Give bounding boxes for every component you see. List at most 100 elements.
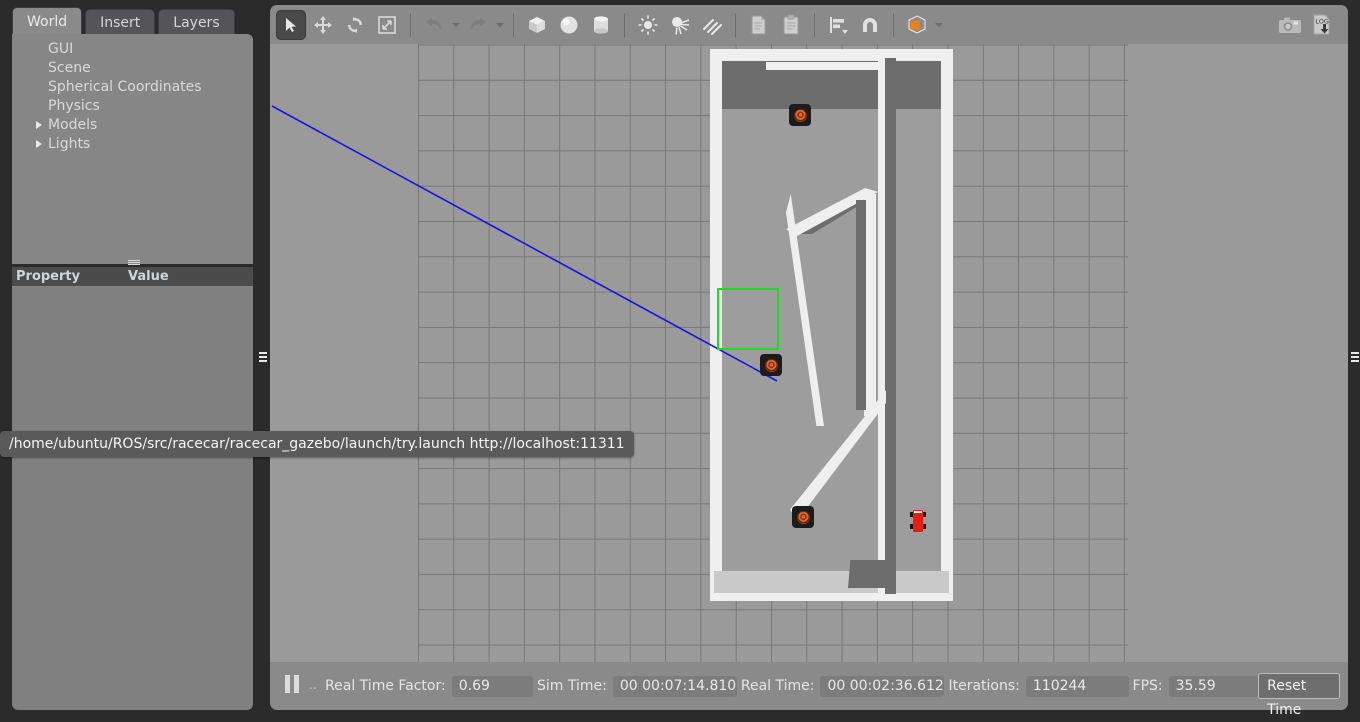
construction-cone[interactable] <box>789 104 811 126</box>
insert-box-button[interactable] <box>522 10 552 40</box>
screenshot-button[interactable] <box>1275 10 1305 40</box>
scale-mode-button[interactable] <box>372 10 402 40</box>
insert-spot-light-button[interactable] <box>665 10 695 40</box>
sim-time-value: 00 00:07:14.810 <box>612 675 737 697</box>
iterations-value: 110244 <box>1025 675 1129 697</box>
toolbar-divider <box>410 12 411 37</box>
scale-diagonal-icon <box>377 15 397 35</box>
real-time-label: Real Time: <box>740 678 815 694</box>
undo-button[interactable] <box>419 10 449 40</box>
iterations-label: Iterations: <box>948 678 1020 694</box>
column-header-property: Property <box>16 269 81 284</box>
real-time-value: 00 00:02:36.612 <box>820 675 945 697</box>
expand-arrow-icon[interactable] <box>36 121 42 129</box>
construction-cone[interactable] <box>760 354 782 376</box>
tree-item-label: Models <box>48 117 98 133</box>
rotate-arrows-icon <box>345 15 365 35</box>
status-bar: .. Real Time Factor: 0.69 Sim Time: 00 0… <box>270 662 1348 718</box>
select-mode-button[interactable] <box>276 9 306 40</box>
tree-item-label: Physics <box>48 98 100 114</box>
chevron-down-icon <box>452 22 460 27</box>
launch-file-tooltip: /home/ubuntu/ROS/src/racecar/racecar_gaz… <box>0 431 634 457</box>
laser-ray <box>271 105 778 382</box>
left-panel-tabbar: World Insert Layers <box>12 7 238 36</box>
tree-item-label: Spherical Coordinates <box>48 79 202 95</box>
point-light-icon <box>637 14 659 36</box>
step-dots-icon: .. <box>308 678 317 693</box>
orange-cube-icon <box>905 13 929 37</box>
world-tree: GUI Scene Spherical Coordinates Physics … <box>12 34 253 154</box>
construction-cone[interactable] <box>792 506 814 528</box>
tree-item-scene[interactable]: Scene <box>12 59 253 78</box>
camera-icon <box>1278 15 1302 35</box>
paste-icon <box>781 14 801 36</box>
tab-world[interactable]: World <box>12 7 83 36</box>
undo-history-caret[interactable] <box>450 10 462 40</box>
cylinder-icon <box>590 14 612 36</box>
main-area: LOG .. Real Time Factor: 0.69 Sim Time: … <box>268 0 1350 718</box>
sphere-icon <box>558 14 580 36</box>
tree-item-models[interactable]: Models <box>12 116 253 135</box>
sim-time-label: Sim Time: <box>537 678 607 694</box>
left-splitter[interactable] <box>258 0 268 716</box>
tree-item-lights[interactable]: Lights <box>12 135 253 154</box>
toolbar-right-group: LOG <box>1269 10 1338 40</box>
right-splitter[interactable] <box>1350 0 1360 716</box>
save-log-button[interactable]: LOG <box>1307 10 1337 40</box>
pause-button[interactable] <box>280 671 305 701</box>
view-angle-caret[interactable] <box>933 10 945 40</box>
insert-directional-light-button[interactable] <box>697 10 727 40</box>
world-tree-panel: GUI Scene Spherical Coordinates Physics … <box>12 34 253 264</box>
insert-point-light-button[interactable] <box>633 10 663 40</box>
magnet-snap-icon <box>859 14 881 36</box>
redo-history-caret[interactable] <box>494 10 506 40</box>
render-viewport[interactable] <box>270 44 1348 662</box>
copy-button[interactable] <box>744 10 774 40</box>
gazebo-window: World Insert Layers GUI Scene Spherical … <box>0 0 1360 718</box>
column-header-value: Value <box>128 269 169 284</box>
chevron-down-icon <box>496 22 504 27</box>
toolbar-divider <box>893 12 894 37</box>
redo-button[interactable] <box>463 10 493 40</box>
left-panel: World Insert Layers GUI Scene Spherical … <box>0 0 268 716</box>
splitter-handle-icon[interactable] <box>259 352 267 364</box>
align-button[interactable] <box>823 10 853 40</box>
cursor-arrow-icon <box>282 16 300 34</box>
toolbar-divider <box>513 12 514 37</box>
redo-arrow-icon <box>468 17 488 33</box>
tab-insert[interactable]: Insert <box>85 9 156 36</box>
toolbar-divider <box>624 12 625 37</box>
tree-item-gui[interactable]: GUI <box>12 40 253 59</box>
insert-sphere-button[interactable] <box>554 10 584 40</box>
spot-light-icon <box>669 14 691 36</box>
expand-arrow-icon[interactable] <box>36 140 42 148</box>
tree-item-label: Lights <box>48 136 91 152</box>
real-time-factor-label: Real Time Factor: <box>325 678 446 694</box>
directional-light-icon <box>701 14 723 36</box>
panel-resize-grip[interactable] <box>128 260 140 265</box>
property-table-body[interactable] <box>12 286 253 710</box>
render-toolbar: LOG <box>270 5 1348 44</box>
tree-item-label: GUI <box>48 41 74 57</box>
reset-time-button[interactable]: Reset Time <box>1258 673 1340 718</box>
selection-box[interactable] <box>717 288 779 350</box>
view-angle-button[interactable] <box>902 10 932 40</box>
log-download-icon: LOG <box>1310 13 1334 37</box>
chevron-down-icon <box>935 22 943 27</box>
tab-layers[interactable]: Layers <box>158 9 235 36</box>
splitter-handle-icon[interactable] <box>1351 352 1359 364</box>
paste-button[interactable] <box>776 10 806 40</box>
racecar-robot[interactable] <box>908 508 928 534</box>
real-time-factor-value: 0.69 <box>451 675 534 697</box>
tree-item-physics[interactable]: Physics <box>12 97 253 116</box>
tree-item-spherical-coordinates[interactable]: Spherical Coordinates <box>12 78 253 97</box>
copy-icon <box>749 14 769 36</box>
translate-mode-button[interactable] <box>308 10 338 40</box>
toolbar-divider <box>814 12 815 37</box>
pause-icon <box>283 675 301 697</box>
align-icon <box>827 14 849 36</box>
insert-cylinder-button[interactable] <box>586 10 616 40</box>
rotate-mode-button[interactable] <box>340 10 370 40</box>
fps-label: FPS: <box>1132 678 1163 694</box>
snap-button[interactable] <box>855 10 885 40</box>
